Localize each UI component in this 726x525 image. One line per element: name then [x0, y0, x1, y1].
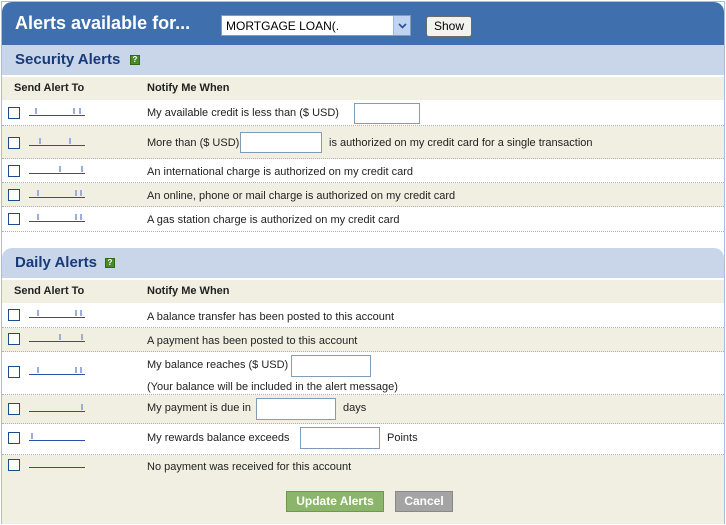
alerts-panel: Alerts available for... MORTGAGE LOAN(. …: [1, 1, 725, 524]
contact-link[interactable]: [29, 309, 85, 318]
contact-link[interactable]: [29, 366, 85, 375]
alert-checkbox[interactable]: [8, 309, 20, 321]
contact-link[interactable]: [29, 189, 85, 198]
alert-row: More than ($ USD) is authorized on my cr…: [2, 126, 724, 159]
available-credit-input[interactable]: [354, 103, 420, 124]
alert-description: My rewards balance exceeds: [147, 432, 290, 444]
col-notify-me-when: Notify Me When: [147, 82, 230, 94]
alert-row: No payment was received for this account: [2, 455, 724, 478]
alert-description: No payment was received for this account: [147, 461, 352, 473]
alert-row: My payment is due in days: [2, 395, 724, 424]
alert-description: A balance transfer has been posted to th…: [147, 311, 395, 323]
alert-description-suffix: Points: [387, 432, 418, 444]
alert-description: My available credit is less than ($ USD): [147, 107, 339, 119]
alert-description-suffix: days: [343, 402, 367, 414]
daily-alerts-title: Daily Alerts: [15, 254, 97, 271]
alert-description: A gas station charge is authorized on my…: [147, 214, 400, 226]
help-icon[interactable]: ?: [105, 258, 115, 268]
chevron-down-icon: [397, 22, 407, 29]
contact-link[interactable]: [29, 213, 85, 222]
alert-checkbox[interactable]: [8, 333, 20, 345]
alert-row: An online, phone or mail charge is autho…: [2, 183, 724, 207]
contact-link[interactable]: [29, 403, 85, 412]
cancel-button[interactable]: Cancel: [395, 491, 453, 512]
alert-checkbox[interactable]: [8, 107, 20, 119]
single-transaction-amount-input[interactable]: [240, 132, 322, 153]
account-select-dropdown-button[interactable]: [393, 16, 410, 35]
contact-link[interactable]: [29, 459, 85, 468]
alert-row: A balance transfer has been posted to th…: [2, 304, 724, 328]
alert-description: My balance reaches ($ USD): [147, 359, 289, 371]
alert-checkbox[interactable]: [8, 432, 20, 444]
security-alerts-title: Security Alerts: [15, 51, 121, 68]
alert-checkbox[interactable]: [8, 403, 20, 415]
alerts-header-bar: Alerts available for... MORTGAGE LOAN(. …: [2, 2, 724, 45]
security-alerts-header: Security Alerts ?: [2, 45, 724, 75]
help-icon[interactable]: ?: [130, 55, 140, 65]
account-select[interactable]: MORTGAGE LOAN(.: [221, 15, 411, 36]
contact-link[interactable]: [29, 107, 85, 116]
alert-description: A payment has been posted to this accoun…: [147, 335, 358, 347]
payment-due-days-input[interactable]: [256, 398, 336, 420]
col-send-alert-to: Send Alert To: [14, 82, 85, 94]
alert-description: An online, phone or mail charge is autho…: [147, 190, 456, 202]
daily-column-header: Send Alert To Notify Me When: [2, 280, 724, 303]
alert-description-suffix: is authorized on my credit card for a si…: [329, 137, 593, 149]
alert-checkbox[interactable]: [8, 189, 20, 201]
alert-checkbox[interactable]: [8, 213, 20, 225]
contact-link[interactable]: [29, 432, 85, 441]
account-select-value: MORTGAGE LOAN(.: [226, 19, 340, 33]
show-button[interactable]: Show: [426, 16, 472, 37]
alert-row: A payment has been posted to this accoun…: [2, 328, 724, 352]
alert-row: My balance reaches ($ USD) (Your balance…: [2, 352, 724, 395]
alert-row: An international charge is authorized on…: [2, 159, 724, 183]
alert-note: (Your balance will be included in the al…: [147, 381, 398, 393]
rewards-balance-input[interactable]: [300, 427, 380, 449]
balance-amount-input[interactable]: [291, 355, 371, 377]
alert-checkbox[interactable]: [8, 165, 20, 177]
contact-link[interactable]: [29, 333, 85, 342]
update-alerts-button[interactable]: Update Alerts: [286, 491, 384, 512]
col-send-alert-to: Send Alert To: [14, 285, 85, 297]
alert-checkbox[interactable]: [8, 459, 20, 471]
alert-checkbox[interactable]: [8, 366, 20, 378]
daily-alerts-header: Daily Alerts ?: [2, 248, 724, 278]
page-title: Alerts available for...: [15, 13, 191, 33]
security-column-header: Send Alert To Notify Me When: [2, 77, 724, 100]
alert-row: My rewards balance exceeds Points: [2, 424, 724, 455]
form-footer: Update Alerts Cancel: [2, 478, 724, 524]
alert-row: A gas station charge is authorized on my…: [2, 207, 724, 232]
alert-description: An international charge is authorized on…: [147, 166, 413, 178]
alert-checkbox[interactable]: [8, 137, 20, 149]
col-notify-me-when: Notify Me When: [147, 285, 230, 297]
alert-row: My available credit is less than ($ USD): [2, 100, 724, 126]
alert-description: My payment is due in: [147, 402, 251, 414]
alert-description: More than ($ USD): [147, 137, 240, 149]
contact-link[interactable]: [29, 137, 85, 146]
contact-link[interactable]: [29, 165, 85, 174]
